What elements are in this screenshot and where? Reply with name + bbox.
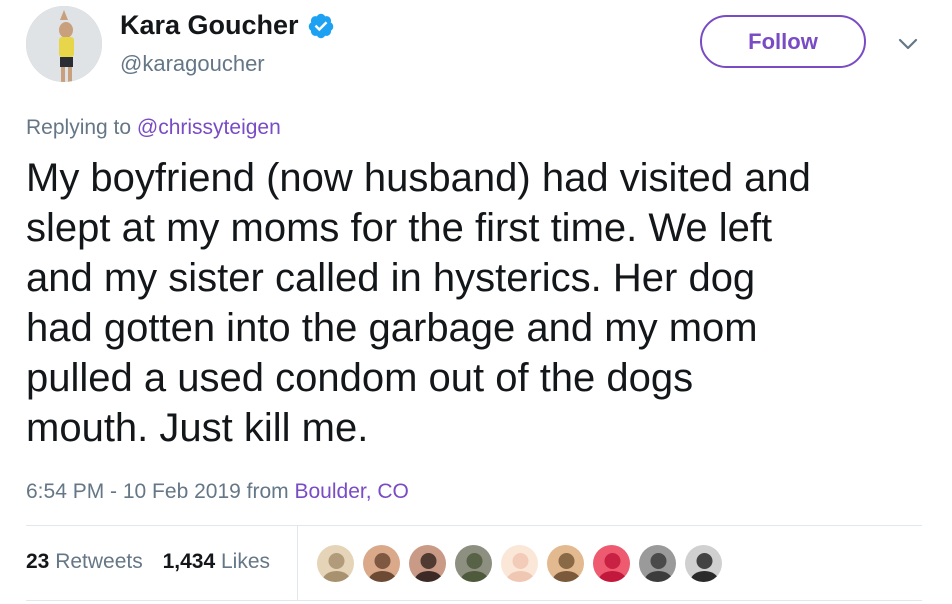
- tweet-stats: 23 Retweets 1,434 Likes: [26, 550, 284, 574]
- divider: [26, 525, 922, 526]
- chevron-down-icon[interactable]: [896, 34, 920, 54]
- tweet-line: slept at my moms for the first time. We …: [26, 206, 773, 250]
- tweet-text: My boyfriend (now husband) had visited a…: [26, 153, 936, 453]
- likes-label: Likes: [221, 550, 271, 573]
- liker-avatar-7[interactable]: [592, 544, 631, 583]
- liker-avatar-6[interactable]: [546, 544, 585, 583]
- profile-photo-icon: [26, 6, 102, 82]
- liker-avatar-8[interactable]: [638, 544, 677, 583]
- liker-avatar-5[interactable]: [500, 544, 539, 583]
- retweets-stat[interactable]: 23 Retweets: [26, 550, 149, 573]
- tweet-line: pulled a used condom out of the dogs: [26, 356, 694, 400]
- liker-avatar-1[interactable]: [316, 544, 355, 583]
- tweet-card: Kara Goucher @karagoucher Follow Replyin…: [0, 0, 952, 604]
- tweet-line: mouth. Just kill me.: [26, 406, 369, 450]
- tweet-line: had gotten into the garbage and my mom: [26, 306, 758, 350]
- tweet-line: and my sister called in hysterics. Her d…: [26, 256, 756, 300]
- author-display-name[interactable]: Kara Goucher: [120, 10, 335, 41]
- stats-divider: [297, 526, 298, 600]
- from-label: from: [246, 480, 289, 503]
- retweets-label: Retweets: [55, 550, 143, 573]
- liker-avatar-2[interactable]: [362, 544, 401, 583]
- liker-avatar-3[interactable]: [408, 544, 447, 583]
- likes-stat[interactable]: 1,434 Likes: [163, 550, 270, 573]
- divider: [26, 600, 922, 601]
- tweet-line: My boyfriend (now husband) had visited a…: [26, 156, 811, 200]
- reply-prefix: Replying to: [26, 116, 132, 139]
- liker-avatar-4[interactable]: [454, 544, 493, 583]
- author-avatar[interactable]: [26, 6, 102, 82]
- likes-count: 1,434: [162, 550, 216, 573]
- verified-badge-icon: [307, 12, 335, 40]
- reply-context: Replying to @chrissyteigen: [26, 116, 281, 140]
- location-link[interactable]: Boulder, CO: [295, 480, 409, 503]
- liker-avatar-9[interactable]: [684, 544, 723, 583]
- author-name-text[interactable]: Kara Goucher: [120, 10, 299, 41]
- tweet-metadata: 6:54 PM - 10 Feb 2019 from Boulder, CO: [26, 480, 409, 504]
- reply-user-link[interactable]: @chrissyteigen: [137, 116, 281, 139]
- author-handle[interactable]: @karagoucher: [120, 51, 265, 77]
- tweet-timestamp[interactable]: 6:54 PM - 10 Feb 2019: [26, 480, 241, 503]
- retweets-count: 23: [26, 550, 50, 573]
- follow-button[interactable]: Follow: [700, 15, 866, 68]
